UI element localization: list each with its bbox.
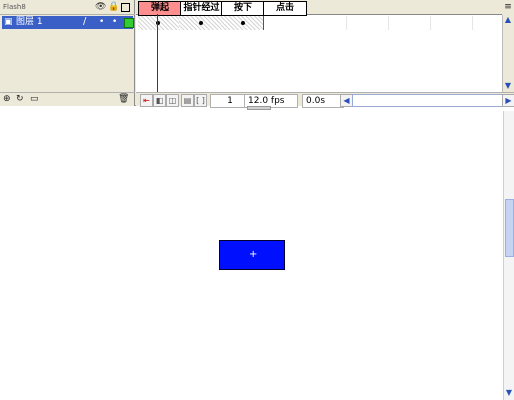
eye-icon[interactable]: 👁 [95,2,106,12]
frame-cell-empty[interactable] [304,16,347,30]
trash-icon[interactable]: 🗑 [118,94,129,105]
frame-header-over[interactable]: 指针经过 [180,1,223,16]
outline-icon[interactable] [121,3,130,12]
frame-cell-empty[interactable] [388,16,431,30]
outline-color-swatch[interactable] [124,18,134,28]
stage-vertical-scrollbar[interactable]: ▼ [503,111,514,400]
panel-title: Flash8 [3,3,26,11]
visibility-toggle[interactable]: • [99,16,104,28]
scroll-down-arrow-icon[interactable]: ▼ [504,388,514,398]
scroll-up-arrow-icon[interactable]: ▲ [503,15,513,25]
layers-header: Flash8 👁 🔒 [0,0,135,15]
layer-icon: ▣ [4,17,13,27]
frame-header-hit[interactable]: 点击 [263,1,307,16]
edit-multiple-frames-icon[interactable]: ▤ [181,94,194,107]
layer-name[interactable]: 图层 1 [16,17,43,28]
timeline-panel: Flash8 👁 🔒 ▣ 图层 1 / • • ⊕ ↻ ▭ 🗑 弹起 指针经过 … [0,0,514,108]
registration-point-icon: + [249,249,258,260]
timeline-horizontal-scrollbar[interactable] [352,94,504,107]
frame-cell-down[interactable] [221,16,264,30]
layer-row[interactable]: ▣ 图层 1 / • • [2,16,134,29]
lock-icon[interactable]: 🔒 [108,2,119,12]
insert-folder-icon[interactable]: ▭ [30,94,39,105]
modify-onion-markers-icon[interactable]: [ ] [194,94,207,107]
elapsed-time-display: 0.0s [302,94,344,108]
keyframe-dot [199,21,203,25]
center-frame-icon[interactable]: ⇤ [140,94,153,107]
lock-toggle[interactable]: • [112,16,117,28]
panel-splitter-handle[interactable] [247,106,271,110]
playhead[interactable] [157,14,158,92]
timeline-vertical-scrollbar[interactable]: ▲ ▼ [502,15,514,92]
frame-cell-over[interactable] [179,16,222,30]
frame-cell-up[interactable] [138,16,180,30]
timeline-footer: ⇤ ◧ ◫ ▤ [ ] 1 12.0 fps 0.0s ◀ ▶ [136,92,514,108]
insert-layer-icon[interactable]: ⊕ [3,94,11,105]
button-symbol-rectangle[interactable]: + [219,240,285,270]
frame-headers: 弹起 指针经过 按下 点击 [136,0,502,16]
stage-scroll-thumb[interactable] [505,199,514,257]
frame-header-down[interactable]: 按下 [221,1,265,16]
scroll-right-arrow-icon[interactable]: ▶ [502,94,514,107]
scroll-down-arrow-icon[interactable]: ▼ [503,81,513,91]
layers-panel: Flash8 👁 🔒 ▣ 图层 1 / • • ⊕ ↻ ▭ 🗑 [0,0,135,106]
edit-pencil-icon: / [83,16,87,27]
keyframe-dot [241,21,245,25]
onion-skin-outline-icon[interactable]: ◫ [166,94,179,107]
panel-menu-icon[interactable]: ≡ [502,0,514,15]
frame-cell-empty[interactable] [430,16,473,30]
layers-footer: ⊕ ↻ ▭ 🗑 [0,92,135,106]
frames-area: 弹起 指针经过 按下 点击 [136,0,502,92]
onion-skin-icon[interactable]: ◧ [153,94,166,107]
frame-header-up[interactable]: 弹起 [138,1,182,16]
add-motion-guide-icon[interactable]: ↻ [16,94,24,105]
frame-cell-empty[interactable] [346,16,389,30]
